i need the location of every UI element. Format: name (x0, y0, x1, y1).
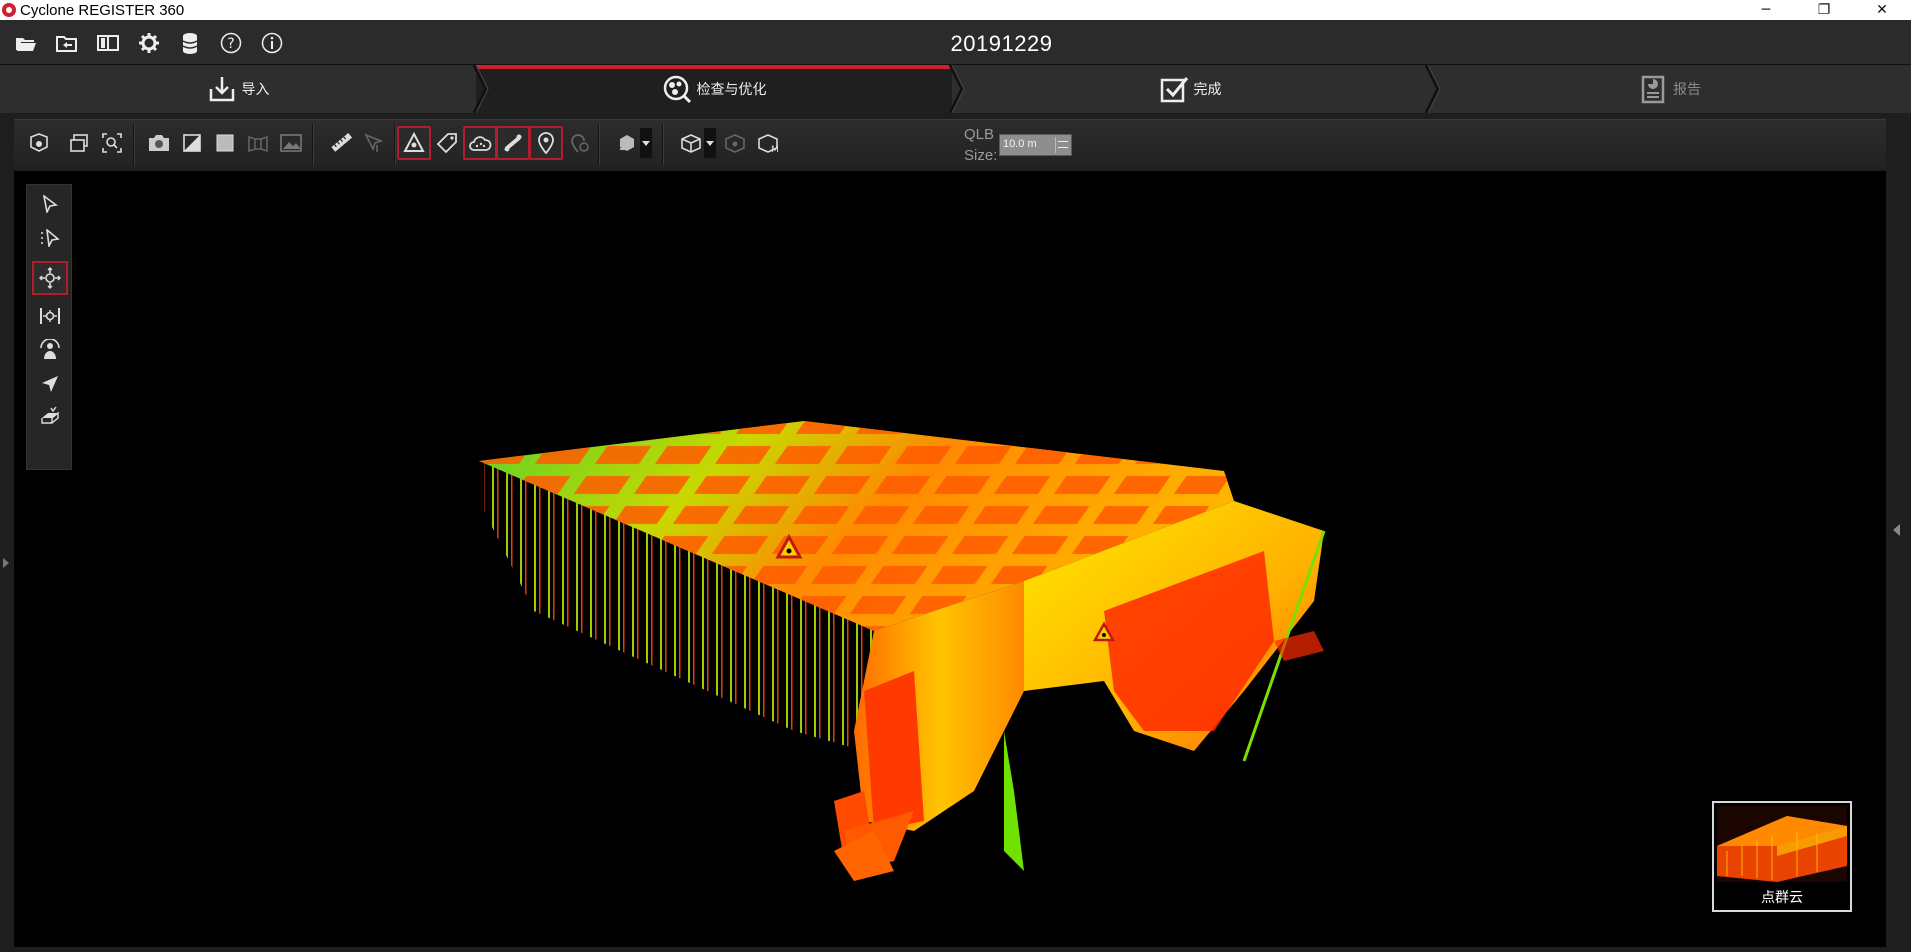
eraser-icon[interactable] (32, 399, 68, 433)
panorama-icon[interactable] (241, 126, 275, 160)
cube-measure-icon[interactable]: M (751, 126, 785, 160)
expand-right-icon (1893, 524, 1900, 536)
fly-to-icon[interactable] (32, 367, 68, 401)
tab-import-label: 导入 (241, 82, 270, 98)
show-setups-button[interactable] (529, 126, 563, 160)
import-icon (207, 74, 237, 104)
restore-button[interactable]: ❐ (1795, 0, 1853, 20)
svg-text:M: M (771, 145, 779, 154)
toolbar-divider (133, 124, 135, 166)
tab-review-optimize[interactable]: 检查与优化 (476, 65, 952, 113)
view-toolbar: M QLB Size: 10.0 m (14, 119, 1886, 169)
window-title: Cyclone REGISTER 360 (20, 1, 185, 19)
left-panel-collapse[interactable] (0, 113, 14, 952)
close-button[interactable]: ✕ (1853, 0, 1911, 20)
expand-left-icon (3, 558, 9, 568)
show-links-button[interactable] (496, 126, 530, 160)
finalize-check-icon (1159, 74, 1189, 104)
toolbar-divider (662, 124, 664, 166)
3d-viewport[interactable] (14, 171, 1886, 947)
orbit-icon[interactable] (32, 261, 68, 295)
cube-view-icon[interactable] (674, 126, 708, 160)
show-targets-button[interactable] (397, 126, 431, 160)
thumbnail-image (1717, 806, 1847, 882)
right-panel-collapse[interactable] (1886, 113, 1911, 952)
toolbar-divider (312, 124, 314, 166)
workflow-tabs: 导入 检查与优化 完成 报告 (0, 65, 1911, 113)
tab-finalize[interactable]: 完成 (952, 65, 1428, 113)
limit-box-icon[interactable] (610, 126, 644, 160)
project-title: 20191229 (950, 31, 1053, 56)
camera-icon[interactable] (142, 126, 176, 160)
image-icon[interactable] (274, 126, 308, 160)
measure-point-icon[interactable] (356, 126, 390, 160)
window-controls: ─ ❐ ✕ (1737, 0, 1911, 20)
cube-eye-icon[interactable] (718, 126, 752, 160)
measure-ruler-icon[interactable] (324, 126, 358, 160)
pan-icon[interactable] (32, 299, 68, 333)
bundle-thumbnail[interactable]: 点群云 (1712, 801, 1852, 912)
qlb-size-value: 10.0 m (1003, 138, 1037, 150)
tab-finalize-label: 完成 (1193, 82, 1222, 98)
tab-separator (948, 65, 965, 113)
fit-selection-button[interactable] (22, 126, 56, 160)
toolbar-divider (394, 124, 396, 166)
walk-through-icon[interactable] (32, 333, 68, 367)
show-clouds-button[interactable] (463, 126, 497, 160)
tab-review-optimize-label: 检查与优化 (696, 82, 767, 98)
window-views-button[interactable] (62, 126, 96, 160)
qlb-size-spinner[interactable] (1055, 137, 1069, 153)
qlb-label-line1: QLB (964, 126, 995, 143)
add-setup-icon[interactable] (562, 126, 596, 160)
square-view-icon[interactable] (208, 126, 242, 160)
tab-report-label: 报告 (1673, 82, 1701, 98)
tab-report[interactable]: 报告 (1428, 65, 1911, 113)
review-optimize-icon (662, 74, 692, 104)
cube-view-dropdown[interactable] (704, 128, 716, 158)
point-cloud-render (479, 421, 1326, 881)
qlb-size-input[interactable]: 10.0 m (999, 134, 1072, 156)
report-icon (1638, 74, 1668, 104)
qlb-label-line2: Size: (964, 147, 998, 164)
thumbnail-label: 点群云 (1761, 890, 1803, 906)
multi-select-icon[interactable] (32, 221, 68, 255)
app-logo-icon (2, 3, 16, 17)
limit-box-dropdown[interactable] (640, 128, 652, 158)
navigation-tools (26, 184, 72, 470)
minimize-button[interactable]: ─ (1737, 0, 1795, 20)
tab-import[interactable]: 导入 (0, 65, 476, 113)
window-title-bar: Cyclone REGISTER 360 ─ ❐ ✕ (0, 0, 1911, 20)
tag-icon[interactable] (430, 126, 464, 160)
tab-separator (472, 65, 489, 113)
select-pointer-icon[interactable] (32, 187, 68, 221)
toolbar-divider (598, 124, 600, 166)
tab-separator (1424, 65, 1441, 113)
qlb-size-label: QLB Size: (964, 124, 997, 166)
zoom-extents-button[interactable] (95, 126, 129, 160)
app-header: ? 20191229 (0, 20, 1911, 65)
contrast-icon[interactable] (175, 126, 209, 160)
